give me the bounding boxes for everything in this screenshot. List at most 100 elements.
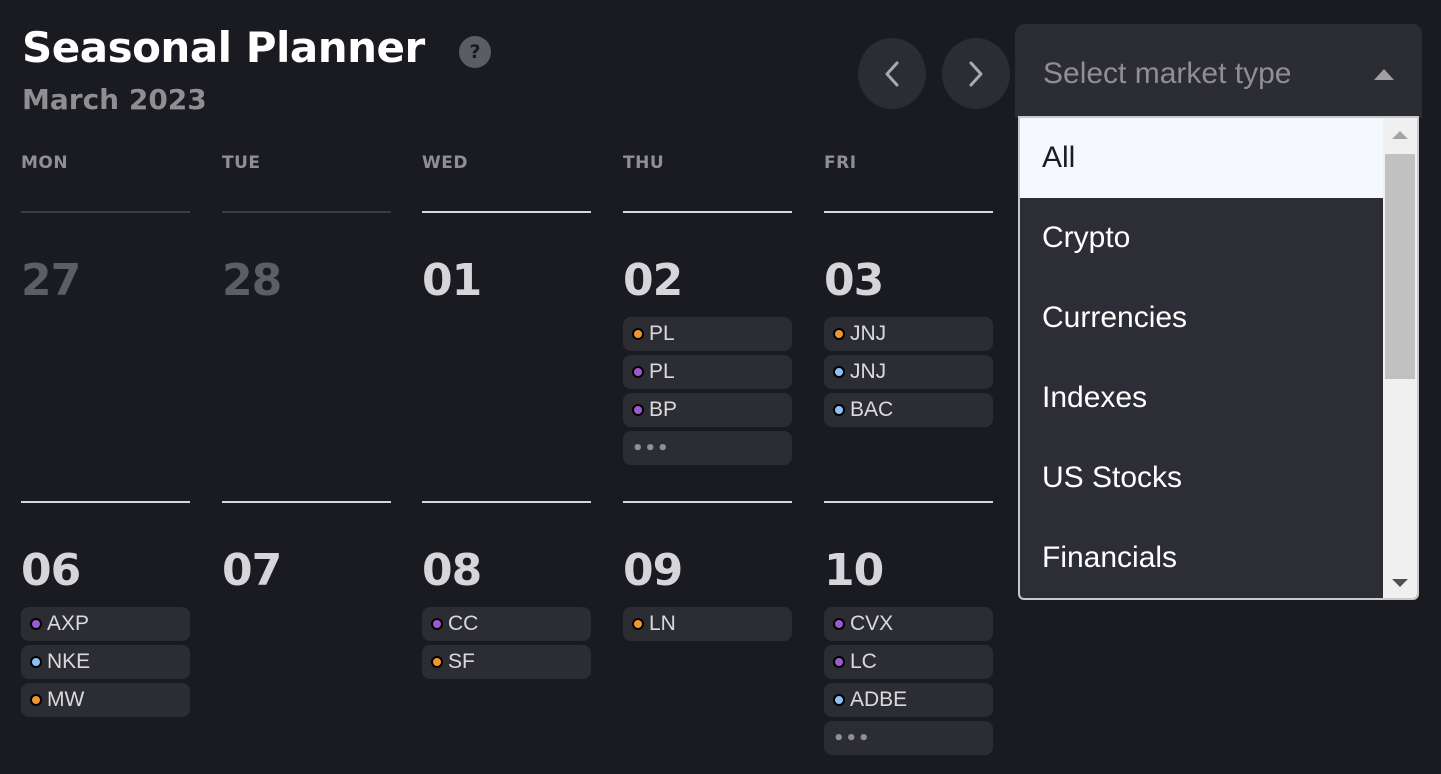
chevron-right-icon bbox=[969, 61, 983, 86]
month-label: March 2023 bbox=[22, 83, 207, 116]
event-symbol: AXP bbox=[47, 612, 90, 635]
event-symbol: JNJ bbox=[850, 360, 887, 383]
day-divider bbox=[623, 211, 792, 213]
category-dot-icon bbox=[632, 618, 644, 630]
category-dot-icon bbox=[431, 656, 443, 668]
event-symbol: ADBE bbox=[850, 688, 908, 711]
category-dot-icon bbox=[30, 618, 42, 630]
page-title: Seasonal Planner bbox=[22, 23, 425, 72]
day-events: AXP NKE MW bbox=[21, 607, 190, 721]
event-symbol: PL bbox=[649, 360, 675, 383]
ellipsis-icon: ••• bbox=[833, 727, 871, 749]
day-divider bbox=[422, 211, 591, 213]
day-divider bbox=[21, 211, 190, 213]
event-symbol: LN bbox=[649, 612, 676, 635]
event-chip[interactable]: MW bbox=[21, 683, 190, 717]
market-option-crypto[interactable]: Crypto bbox=[1020, 198, 1383, 278]
day-events: CVX LC ADBE ••• bbox=[824, 607, 993, 759]
day-number[interactable]: 09 bbox=[623, 546, 683, 596]
day-number[interactable]: 03 bbox=[824, 256, 884, 306]
scroll-up-arrow-icon[interactable] bbox=[1392, 131, 1408, 139]
event-chip[interactable]: CVX bbox=[824, 607, 993, 641]
previous-month-button[interactable] bbox=[858, 38, 926, 109]
scrollbar-thumb[interactable] bbox=[1385, 154, 1415, 379]
weekday-header-thu: THU bbox=[623, 153, 665, 173]
next-month-button[interactable] bbox=[942, 38, 1010, 109]
event-symbol: JNJ bbox=[850, 322, 887, 345]
day-number[interactable]: 07 bbox=[222, 546, 282, 596]
more-events-button[interactable]: ••• bbox=[824, 721, 993, 755]
day-divider bbox=[422, 501, 591, 503]
event-chip[interactable]: BP bbox=[623, 393, 792, 427]
event-chip[interactable]: PL bbox=[623, 317, 792, 351]
event-chip[interactable]: BAC bbox=[824, 393, 993, 427]
event-chip[interactable]: JNJ bbox=[824, 355, 993, 389]
day-number[interactable]: 10 bbox=[824, 546, 884, 596]
event-chip[interactable]: CC bbox=[422, 607, 591, 641]
category-dot-icon bbox=[30, 694, 42, 706]
event-chip[interactable]: SF bbox=[422, 645, 591, 679]
event-symbol: CVX bbox=[850, 612, 894, 635]
day-events: JNJ JNJ BAC bbox=[824, 317, 993, 431]
category-dot-icon bbox=[833, 694, 845, 706]
day-number[interactable]: 06 bbox=[21, 546, 81, 596]
market-type-dropdown[interactable]: All Crypto Currencies Indexes US Stocks Finan… bbox=[1018, 116, 1419, 600]
day-number[interactable]: 27 bbox=[21, 256, 81, 306]
weekday-header-fri: FRI bbox=[824, 153, 857, 173]
category-dot-icon bbox=[833, 618, 845, 630]
category-dot-icon bbox=[431, 618, 443, 630]
day-number[interactable]: 01 bbox=[422, 256, 482, 306]
category-dot-icon bbox=[833, 656, 845, 668]
event-symbol: BP bbox=[649, 398, 678, 421]
weekday-header-mon: MON bbox=[21, 153, 69, 173]
day-divider bbox=[824, 501, 993, 503]
day-events: PL PL BP ••• bbox=[623, 317, 792, 469]
event-symbol: PL bbox=[649, 322, 675, 345]
event-chip[interactable]: PL bbox=[623, 355, 792, 389]
category-dot-icon bbox=[30, 656, 42, 668]
event-chip[interactable]: LN bbox=[623, 607, 792, 641]
market-type-options: All Crypto Currencies Indexes US Stocks Finan… bbox=[1020, 118, 1383, 598]
weekday-header-tue: TUE bbox=[222, 153, 261, 173]
event-symbol: CC bbox=[448, 612, 479, 635]
market-option-all[interactable]: All bbox=[1020, 118, 1383, 198]
day-number[interactable]: 08 bbox=[422, 546, 482, 596]
help-icon[interactable]: ? bbox=[459, 36, 491, 68]
ellipsis-icon: ••• bbox=[632, 437, 670, 459]
event-chip[interactable]: LC bbox=[824, 645, 993, 679]
day-divider bbox=[824, 211, 993, 213]
category-dot-icon bbox=[833, 404, 845, 416]
event-symbol: MW bbox=[47, 688, 85, 711]
event-chip[interactable]: NKE bbox=[21, 645, 190, 679]
more-events-button[interactable]: ••• bbox=[623, 431, 792, 465]
market-type-select[interactable]: Select market type bbox=[1015, 24, 1422, 118]
market-option-financials[interactable]: Financials bbox=[1020, 518, 1383, 598]
market-option-us-stocks[interactable]: US Stocks bbox=[1020, 438, 1383, 518]
dropdown-scrollbar[interactable] bbox=[1383, 118, 1417, 598]
scroll-down-arrow-icon[interactable] bbox=[1392, 579, 1408, 587]
event-symbol: SF bbox=[448, 650, 475, 673]
market-type-placeholder: Select market type bbox=[1043, 57, 1292, 90]
category-dot-icon bbox=[833, 328, 845, 340]
day-events: CC SF bbox=[422, 607, 591, 683]
event-chip[interactable]: ADBE bbox=[824, 683, 993, 717]
day-divider bbox=[623, 501, 792, 503]
market-option-indexes[interactable]: Indexes bbox=[1020, 358, 1383, 438]
day-divider bbox=[222, 211, 391, 213]
chevron-left-icon bbox=[885, 61, 899, 86]
day-divider bbox=[21, 501, 190, 503]
category-dot-icon bbox=[632, 366, 644, 378]
category-dot-icon bbox=[632, 404, 644, 416]
event-symbol: BAC bbox=[850, 398, 894, 421]
event-symbol: NKE bbox=[47, 650, 91, 673]
market-option-currencies[interactable]: Currencies bbox=[1020, 278, 1383, 358]
category-dot-icon bbox=[833, 366, 845, 378]
caret-up-icon bbox=[1374, 69, 1394, 80]
category-dot-icon bbox=[632, 328, 644, 340]
day-number[interactable]: 28 bbox=[222, 256, 282, 306]
event-chip[interactable]: JNJ bbox=[824, 317, 993, 351]
day-number[interactable]: 02 bbox=[623, 256, 683, 306]
day-divider bbox=[222, 501, 391, 503]
day-events: LN bbox=[623, 607, 792, 645]
event-chip[interactable]: AXP bbox=[21, 607, 190, 641]
